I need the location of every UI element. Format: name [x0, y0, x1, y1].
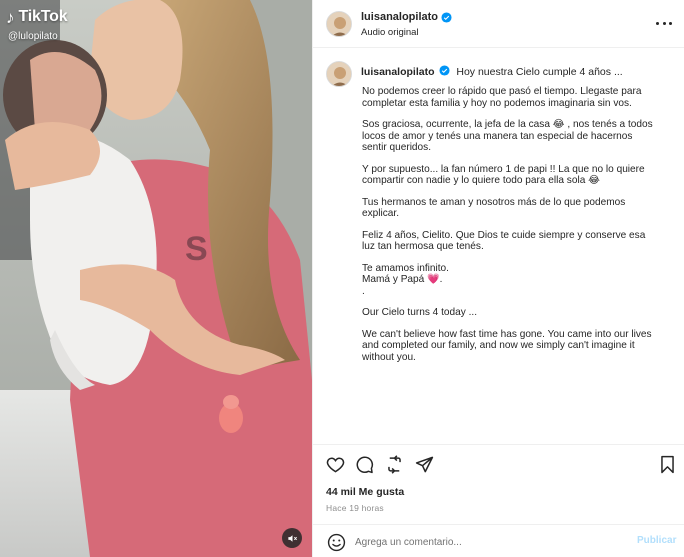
emoji-button[interactable]: [326, 532, 346, 552]
speaker-muted-icon: [287, 534, 297, 542]
heart-icon: [326, 457, 344, 473]
tiktok-handle: @lulopilato: [8, 31, 58, 42]
share-button[interactable]: [414, 454, 434, 474]
caption-body: No podemos creer lo rápido que pasó el t…: [362, 86, 654, 373]
caption-paragraph: Our Cielo turns 4 today ...: [362, 307, 478, 318]
more-options-button[interactable]: [654, 14, 674, 32]
caption-paragraph: Y por supuesto... la fan número 1 de pap…: [362, 163, 645, 187]
post-actions: 44 mil Me gusta Hace 19 horas Publicar: [313, 444, 684, 557]
svg-text:S: S: [185, 230, 208, 268]
publish-button[interactable]: Publicar: [637, 535, 676, 546]
caption-author-avatar[interactable]: [326, 61, 352, 87]
caption-paragraph: Te amamos infinito. Mamá y Papá 💗. .: [362, 262, 449, 297]
caption-username[interactable]: luisanalopilato: [361, 66, 435, 78]
comment-button[interactable]: [354, 454, 374, 474]
audio-label[interactable]: Audio original: [361, 27, 419, 38]
tiktok-watermark: ♪ TikTok: [6, 7, 68, 27]
save-button[interactable]: [657, 454, 677, 474]
like-button[interactable]: [325, 454, 345, 474]
verified-badge-icon: [441, 11, 452, 23]
caption-paragraph: We can't believe how fast time has gone.…: [362, 328, 652, 363]
post-panel: luisanalopilato Audio original luisanalo…: [312, 0, 684, 557]
caption-paragraph: Tus hermanos te aman y nosotros más de l…: [362, 196, 626, 220]
tiktok-logo-icon: ♪: [6, 7, 15, 27]
caption-headline: Hoy nuestra Cielo cumple 4 años ...: [456, 66, 623, 78]
post-media[interactable]: S ♪ TikTok @lulopilato: [0, 0, 312, 557]
caption-paragraph: Feliz 4 años, Cielito. Que Dios te cuide…: [362, 229, 646, 253]
video-frame: S: [0, 0, 312, 557]
caption-headline-row: luisanalopilato Hoy nuestra Cielo cumple…: [361, 65, 623, 78]
tiktok-brand: TikTok: [18, 8, 68, 25]
bookmark-icon: [660, 455, 674, 473]
emoji-icon: [327, 533, 345, 551]
caption-area: luisanalopilato Hoy nuestra Cielo cumple…: [313, 48, 684, 444]
likes-count[interactable]: 44 mil Me gusta: [326, 486, 404, 498]
author-avatar[interactable]: [326, 11, 352, 37]
repost-icon: [387, 454, 401, 474]
avatar-image: [327, 62, 351, 86]
comment-input[interactable]: [355, 533, 615, 551]
comment-bar: Publicar: [313, 524, 684, 557]
more-horizontal-icon: [656, 21, 659, 25]
avatar-image: [327, 12, 351, 36]
author-username[interactable]: luisanalopilato: [361, 11, 438, 23]
comment-icon: [356, 455, 373, 473]
caption-paragraph: No podemos creer lo rápido que pasó el t…: [362, 86, 642, 109]
send-icon: [415, 456, 433, 472]
author-name-row: luisanalopilato: [361, 11, 452, 23]
post-header: luisanalopilato Audio original: [313, 0, 684, 48]
remix-button[interactable]: [384, 454, 404, 474]
verified-badge-icon: [439, 65, 450, 76]
caption-paragraph: Sos graciosa, ocurrente, la jefa de la c…: [362, 119, 653, 153]
post-time[interactable]: Hace 19 horas: [326, 503, 384, 513]
audio-mute-button[interactable]: [282, 528, 302, 548]
